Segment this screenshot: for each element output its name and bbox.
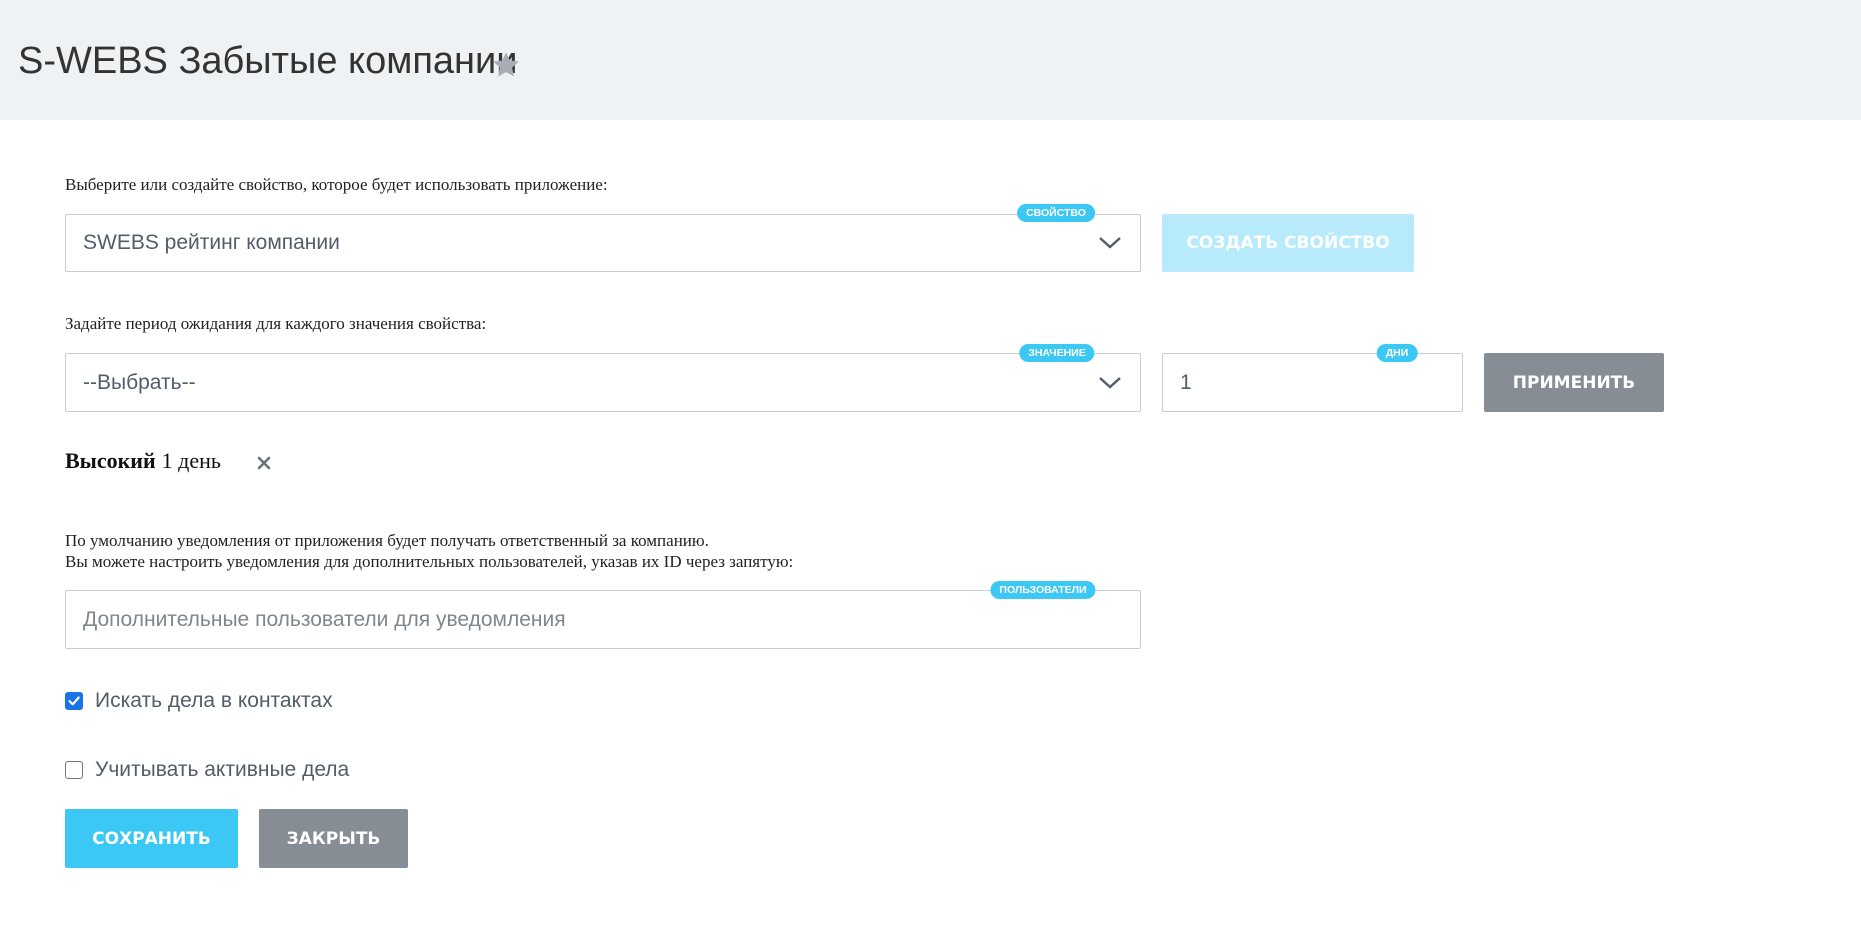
notification-info-line1: По умолчанию уведомления от приложения б… xyxy=(65,531,709,550)
users-badge: ПОЛЬЗОВАТЕЛИ xyxy=(990,581,1096,599)
property-select-value: SWEBS рейтинг компании xyxy=(83,231,340,254)
users-input-field[interactable] xyxy=(65,590,1141,649)
search-contacts-option[interactable]: Искать дела в контактах xyxy=(65,688,333,714)
value-select-value: --Выбрать-- xyxy=(83,370,196,394)
active-tasks-option[interactable]: Учитывать активные дела xyxy=(65,757,349,783)
days-badge: ДНИ xyxy=(1376,344,1418,362)
notification-info-line2: Вы можете настроить уведомления для допо… xyxy=(65,552,794,571)
chevron-down-icon xyxy=(1099,376,1121,389)
property-label: Выберите или создайте свойство, которое … xyxy=(65,175,608,194)
period-tag-name: Высокий xyxy=(65,448,156,473)
property-select[interactable]: SWEBS рейтинг компании xyxy=(65,214,1141,272)
page-header: S-WEBS Забытые компании xyxy=(0,0,1861,120)
value-select[interactable]: --Выбрать-- xyxy=(65,353,1141,412)
period-tag: Высокий 1 день xyxy=(65,448,221,478)
create-property-button[interactable]: СОЗДАТЬ СВОЙСТВО xyxy=(1162,214,1414,272)
users-input[interactable] xyxy=(66,591,1140,648)
page-title: S-WEBS Забытые компании xyxy=(18,40,518,82)
value-badge: ЗНАЧЕНИЕ xyxy=(1019,344,1095,362)
checkmark-icon xyxy=(68,696,80,706)
days-input-field[interactable] xyxy=(1162,353,1463,412)
period-label: Задайте период ожидания для каждого знач… xyxy=(65,314,487,333)
period-tag-value: 1 день xyxy=(161,448,221,473)
chevron-down-icon xyxy=(1099,237,1121,249)
star-icon[interactable] xyxy=(490,49,522,81)
search-contacts-checkbox[interactable] xyxy=(65,692,83,710)
property-badge: СВОЙСТВО xyxy=(1017,204,1095,222)
close-icon[interactable] xyxy=(257,456,271,470)
search-contacts-label: Искать дела в контактах xyxy=(95,689,333,712)
apply-button[interactable]: ПРИМЕНИТЬ xyxy=(1484,353,1664,412)
close-button[interactable]: ЗАКРЫТЬ xyxy=(259,809,408,868)
save-button[interactable]: СОХРАНИТЬ xyxy=(65,809,238,868)
days-input[interactable] xyxy=(1163,354,1462,411)
active-tasks-label: Учитывать активные дела xyxy=(95,758,350,781)
active-tasks-checkbox[interactable] xyxy=(65,761,83,779)
